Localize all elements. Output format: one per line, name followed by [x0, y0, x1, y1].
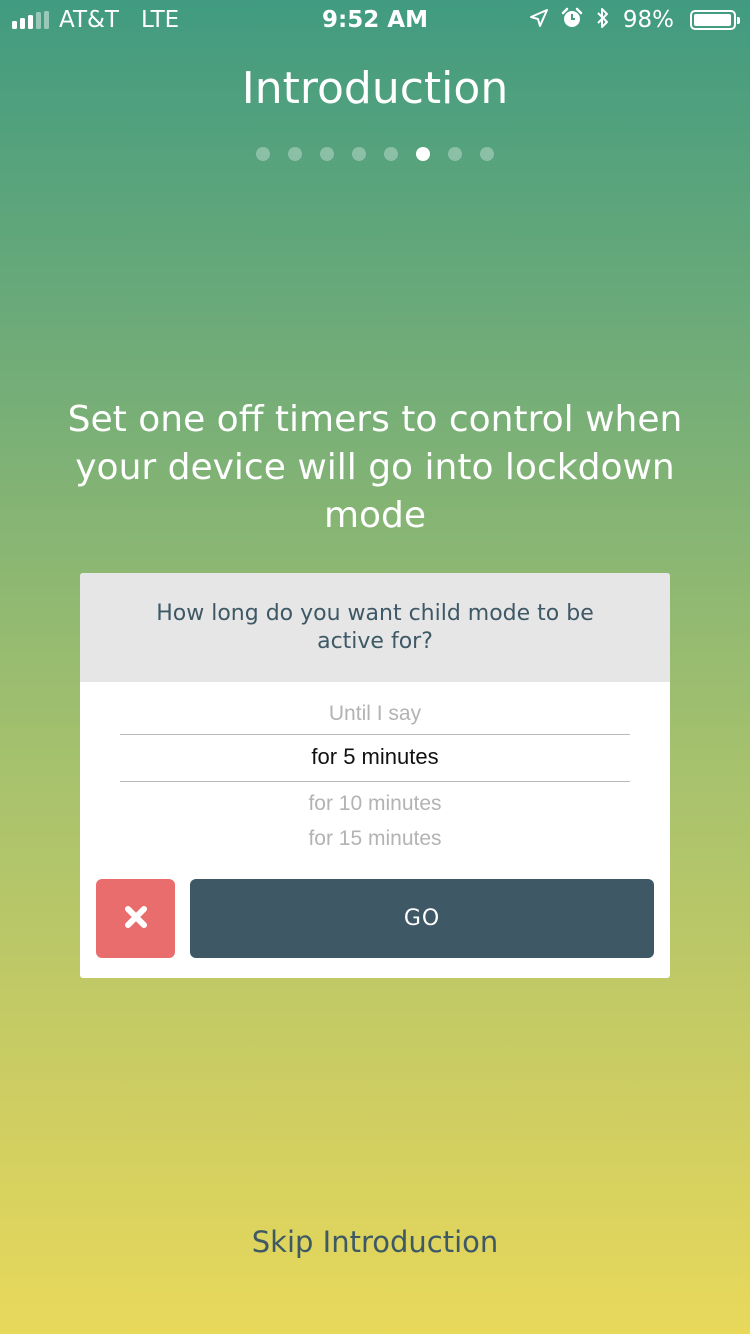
page-dot-4[interactable] — [352, 147, 366, 161]
status-bar: AT&T LTE 9:52 AM 98% — [0, 0, 750, 40]
page-dot-5[interactable] — [384, 147, 398, 161]
picker-option-5-minutes-selected[interactable]: for 5 minutes — [120, 734, 630, 782]
page-dot-1[interactable] — [256, 147, 270, 161]
child-mode-timer-dialog: How long do you want child mode to be ac… — [80, 573, 670, 978]
dialog-question-text: How long do you want child mode to be ac… — [156, 600, 594, 654]
skip-introduction-link[interactable]: Skip Introduction — [0, 1222, 750, 1262]
intro-headline: Set one off timers to control when your … — [67, 399, 683, 536]
status-right: 98% — [529, 6, 740, 34]
bluetooth-icon — [595, 7, 611, 33]
dialog-question: How long do you want child mode to be ac… — [80, 573, 670, 682]
page-dot-3[interactable] — [320, 147, 334, 161]
picker-option-10-minutes[interactable]: for 10 minutes — [120, 782, 630, 824]
go-button-label: GO — [403, 906, 441, 931]
picker-option-15-minutes[interactable]: for 15 minutes — [120, 824, 630, 854]
page-indicator[interactable] — [0, 147, 750, 161]
location-arrow-icon — [529, 8, 549, 32]
battery-fill — [694, 14, 732, 26]
page-dot-6-active[interactable] — [416, 147, 430, 161]
page-dot-2[interactable] — [288, 147, 302, 161]
cancel-button[interactable] — [96, 879, 175, 958]
page-dot-7[interactable] — [448, 147, 462, 161]
page-title: Introduction — [241, 63, 509, 114]
page-dot-8[interactable] — [480, 147, 494, 161]
battery-icon — [690, 10, 740, 30]
picker-option-until-i-say[interactable]: Until I say — [120, 697, 630, 734]
close-x-icon — [123, 904, 149, 934]
go-button[interactable]: GO — [190, 879, 654, 958]
duration-picker[interactable]: Until I say for 5 minutes for 10 minutes… — [120, 697, 630, 854]
battery-percent: 98% — [622, 7, 674, 33]
alarm-icon — [561, 7, 583, 33]
